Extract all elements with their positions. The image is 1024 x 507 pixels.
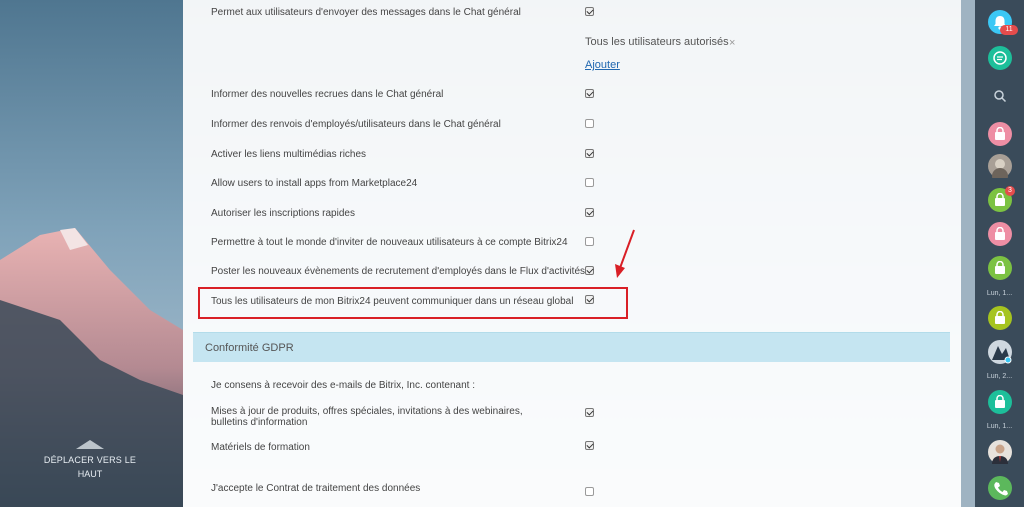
contact-lock-6[interactable] <box>988 390 1012 414</box>
checkbox-rich-links[interactable] <box>585 149 594 158</box>
remove-tag-icon[interactable]: × <box>729 37 735 49</box>
checkbox-quick-registration[interactable] <box>585 208 594 217</box>
gdpr-agreement-label: J'accepte le Contrat de traitement des d… <box>211 483 421 494</box>
checkbox-recruitment-feed[interactable] <box>585 266 594 275</box>
checkbox-gdpr-agreement[interactable] <box>585 487 594 496</box>
gdpr-title: Conformité GDPR <box>205 342 294 354</box>
add-link[interactable]: Ajouter <box>585 59 620 71</box>
search-button[interactable] <box>988 84 1012 108</box>
move-up-label-line1: DÉPLACER VERS LE <box>43 455 137 465</box>
checkbox-marketplace-apps[interactable] <box>585 178 594 187</box>
lock-icon <box>995 127 1005 140</box>
gdpr-item-label-updates-line1: Mises à jour de produits, offres spécial… <box>211 406 523 417</box>
gdpr-item-label-training: Matériels de formation <box>211 442 310 453</box>
contact-lock-2[interactable]: 3 <box>988 186 1015 212</box>
search-icon <box>994 90 1007 103</box>
setting-label-recruitment-feed: Poster les nouveaux évènements de recrut… <box>211 266 586 277</box>
move-up-button[interactable]: DÉPLACER VERS LE HAUT <box>30 440 150 481</box>
contact-avatar-1[interactable] <box>988 154 1012 184</box>
checkbox-gdpr-updates[interactable] <box>585 408 594 417</box>
right-sidebar: 11 3 Lun, 1... Lun, 2... Lun, 1... <box>975 0 1024 507</box>
open-channels-button[interactable] <box>988 46 1012 70</box>
avatar-icon <box>992 346 1012 364</box>
contact-badge: 3 <box>1005 186 1015 196</box>
phone-icon <box>994 482 1008 496</box>
contact-time-3: Lun, 1... <box>986 423 1013 430</box>
setting-label-general-chat-messages: Permet aux utilisateurs d'envoyer des me… <box>211 7 521 18</box>
setting-label-global-network: Tous les utilisateurs de mon Bitrix24 pe… <box>211 296 574 307</box>
lock-icon <box>995 193 1005 206</box>
contact-time-2: Lun, 2... <box>986 373 1013 380</box>
lock-icon <box>995 311 1005 324</box>
setting-label-invite-everyone: Permettre à tout le monde d'inviter de n… <box>211 237 568 248</box>
arrow-up-icon <box>76 440 104 449</box>
avatar-icon <box>992 159 1008 184</box>
gdpr-section-header[interactable]: Conformité GDPR <box>193 332 950 362</box>
allowed-users-tag: Tous les utilisateurs autorisés <box>585 36 729 48</box>
contact-lock-3[interactable] <box>988 222 1012 246</box>
chat-icon <box>993 51 1007 65</box>
avatar-icon <box>992 444 1008 464</box>
contact-lock-1[interactable] <box>988 122 1012 146</box>
gdpr-consent-intro: Je consens à recevoir des e-mails de Bit… <box>211 380 476 391</box>
checkbox-general-chat-messages[interactable] <box>585 7 594 16</box>
call-button[interactable] <box>988 476 1012 500</box>
contact-avatar-2[interactable] <box>988 340 1012 364</box>
setting-label-marketplace-apps: Allow users to install apps from Marketp… <box>211 178 418 189</box>
setting-label-quick-registration: Autoriser les inscriptions rapides <box>211 208 355 219</box>
lock-icon <box>995 227 1005 240</box>
setting-label-rich-links: Activer les liens multimédias riches <box>211 149 367 160</box>
checkbox-dismissals[interactable] <box>585 119 594 128</box>
checkbox-global-network[interactable] <box>585 295 594 304</box>
contact-time-1: Lun, 1... <box>986 290 1013 297</box>
annotation-arrow-icon <box>615 229 635 278</box>
notifications-button[interactable]: 11 <box>988 10 1018 35</box>
lock-icon <box>995 395 1005 408</box>
move-up-label-line2: HAUT <box>77 469 103 479</box>
lock-icon <box>995 261 1005 274</box>
setting-label-new-hires: Informer des nouvelles recrues dans le C… <box>211 89 444 100</box>
checkbox-gdpr-training[interactable] <box>585 441 594 450</box>
notifications-badge: 11 <box>1000 25 1018 35</box>
contact-lock-4[interactable] <box>988 256 1012 280</box>
setting-label-dismissals: Informer des renvois d'employés/utilisat… <box>211 119 501 130</box>
gdpr-item-label-updates-line2: bulletins d'information <box>211 417 308 428</box>
checkbox-invite-everyone[interactable] <box>585 237 594 246</box>
contact-lock-5[interactable] <box>988 306 1012 330</box>
contact-avatar-3[interactable] <box>988 440 1012 464</box>
checkbox-new-hires[interactable] <box>585 89 594 98</box>
settings-panel: Permet aux utilisateurs d'envoyer des me… <box>183 0 961 507</box>
